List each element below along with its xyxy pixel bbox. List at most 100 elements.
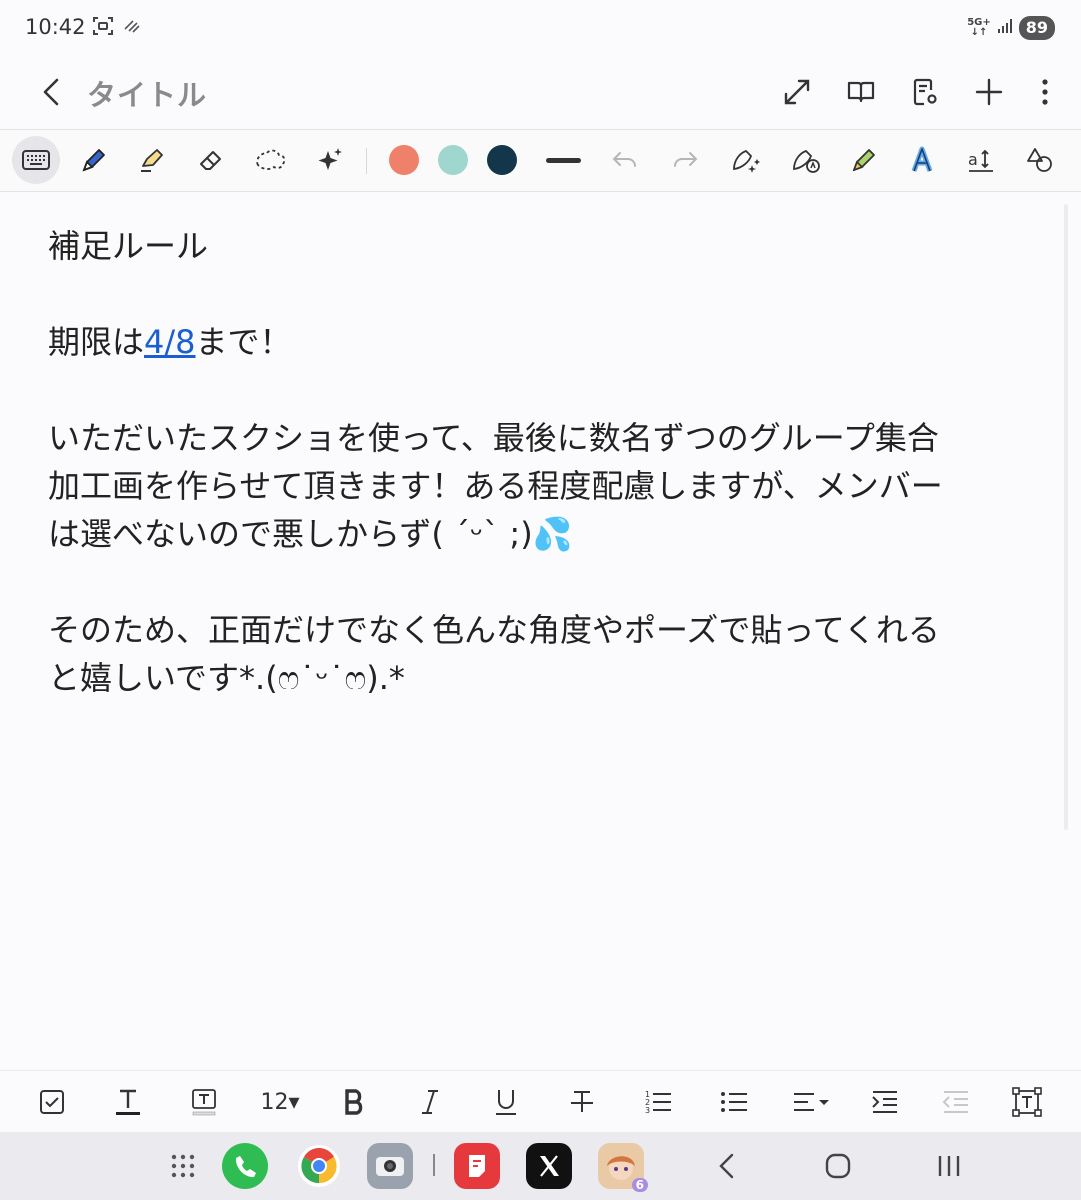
drawing-toolbar: a <box>0 129 1081 192</box>
signal-icon <box>997 18 1013 38</box>
note-settings-button[interactable] <box>901 68 949 116</box>
numbered-list-button[interactable]: 123 <box>634 1078 682 1126</box>
stroke-thickness[interactable] <box>546 158 581 163</box>
color-swatch-mint[interactable] <box>438 145 468 175</box>
notes-app[interactable] <box>453 1142 501 1190</box>
handwriting-convert-tool[interactable] <box>782 136 830 184</box>
text-background-button[interactable] <box>180 1078 228 1126</box>
strikethrough-button[interactable] <box>558 1078 606 1126</box>
lasso-tool[interactable] <box>246 136 294 184</box>
font-style-icon <box>911 146 933 172</box>
more-vertical-icon <box>1042 79 1048 105</box>
text-format-bar: 12▾ 123 <box>0 1070 1081 1133</box>
game-app[interactable]: 6 <box>597 1142 648 1192</box>
notes-icon <box>454 1143 500 1189</box>
nav-back-button[interactable] <box>703 1142 751 1190</box>
keyboard-tool[interactable] <box>12 136 60 184</box>
lasso-icon <box>256 149 286 170</box>
note-paragraph-line: と嬉しいです*.(ෆ˙ᵕ˙ෆ).* <box>48 659 405 697</box>
outdent-icon <box>942 1091 968 1113</box>
checkbox-button[interactable] <box>28 1078 76 1126</box>
nav-home-icon <box>825 1153 851 1179</box>
x-app[interactable] <box>525 1142 573 1190</box>
undo-button[interactable] <box>601 136 649 184</box>
checkbox-icon <box>40 1090 64 1114</box>
book-icon <box>847 81 875 103</box>
bold-button[interactable] <box>331 1078 379 1126</box>
network-indicator: 5G+ ↓↑ <box>967 17 991 38</box>
color-swatch-navy[interactable] <box>487 145 517 175</box>
toolbar-divider <box>366 148 367 174</box>
nav-recents-icon <box>938 1156 960 1176</box>
more-options-button[interactable] <box>1029 68 1061 116</box>
document-settings-icon <box>913 78 937 106</box>
add-page-button[interactable] <box>965 68 1013 116</box>
deadline-date-link[interactable]: 4/8 <box>144 323 196 361</box>
nav-recents-button[interactable] <box>925 1142 973 1190</box>
phone-app[interactable] <box>221 1142 269 1190</box>
underline-icon <box>496 1090 516 1115</box>
color-swatch-coral[interactable] <box>389 145 419 175</box>
text-box-button[interactable] <box>1003 1078 1051 1126</box>
x-logo-icon <box>526 1143 572 1189</box>
text-style-tool[interactable] <box>898 136 946 184</box>
font-size-dropdown[interactable]: 12▾ <box>254 1078 306 1126</box>
note-title[interactable]: タイトル <box>87 72 207 114</box>
text-highlight-icon <box>192 1089 216 1116</box>
battery-level: 89 <box>1018 16 1055 40</box>
eraser-tool[interactable] <box>187 136 235 184</box>
scrollbar[interactable] <box>1064 204 1068 830</box>
pen-convert-icon <box>793 149 820 173</box>
highlighter-tool[interactable] <box>128 136 176 184</box>
fullscreen-button[interactable] <box>773 68 821 116</box>
redo-icon <box>674 152 698 167</box>
grid-icon <box>171 1154 195 1178</box>
status-bar: 10:42 5G+ ↓↑ 89 <box>0 0 1081 56</box>
indent-button[interactable] <box>861 1078 909 1126</box>
bold-icon <box>345 1089 363 1115</box>
back-button[interactable] <box>30 70 74 114</box>
alignment-dropdown[interactable] <box>786 1078 838 1126</box>
underline-button[interactable] <box>482 1078 530 1126</box>
expand-icon <box>784 79 810 105</box>
indent-icon <box>872 1091 897 1113</box>
status-time: 10:42 <box>25 15 86 39</box>
nav-back-icon <box>719 1153 734 1179</box>
text-color-icon <box>116 1089 140 1115</box>
sparkle-icon <box>318 148 342 170</box>
note-header: タイトル <box>0 56 1081 128</box>
pen-tool[interactable] <box>70 136 118 184</box>
shapes-tool[interactable] <box>1016 136 1064 184</box>
shapes-icon <box>1027 148 1052 172</box>
pen-icon <box>82 149 105 172</box>
text-box-icon <box>1012 1087 1042 1117</box>
strikethrough-icon <box>571 1091 593 1112</box>
screenshot-icon <box>92 15 114 41</box>
deadline-line: 期限は4/8まで！ <box>48 323 292 361</box>
taskbar: 6 <box>0 1132 1081 1200</box>
italic-icon <box>422 1090 438 1114</box>
note-body[interactable]: 補足ルール 期限は4/8まで！ いただいたスクショを使って、最後に数名ずつのグル… <box>48 222 1028 702</box>
align-left-icon <box>794 1093 829 1111</box>
game-badge: 6 <box>631 1178 648 1192</box>
text-size-icon: a <box>968 149 993 172</box>
straighten-tool[interactable] <box>840 136 888 184</box>
italic-button[interactable] <box>406 1078 454 1126</box>
reading-mode-button[interactable] <box>837 68 885 116</box>
shape-eraser-tool[interactable] <box>722 136 770 184</box>
numbered-list-icon: 123 <box>645 1090 671 1115</box>
chrome-app[interactable] <box>295 1142 343 1190</box>
bullet-list-button[interactable] <box>710 1078 758 1126</box>
app-drawer-button[interactable] <box>159 1142 207 1190</box>
outdent-button[interactable] <box>932 1078 980 1126</box>
dock-separator <box>433 1154 435 1176</box>
camera-app[interactable] <box>366 1142 414 1190</box>
camera-icon <box>367 1143 413 1189</box>
nav-home-button[interactable] <box>814 1142 862 1190</box>
redo-button[interactable] <box>661 136 709 184</box>
ai-assist-tool[interactable] <box>306 136 354 184</box>
svg-text:3: 3 <box>645 1106 650 1115</box>
text-resize-tool[interactable]: a <box>957 136 1005 184</box>
undo-icon <box>612 152 636 167</box>
text-color-button[interactable] <box>104 1078 152 1126</box>
